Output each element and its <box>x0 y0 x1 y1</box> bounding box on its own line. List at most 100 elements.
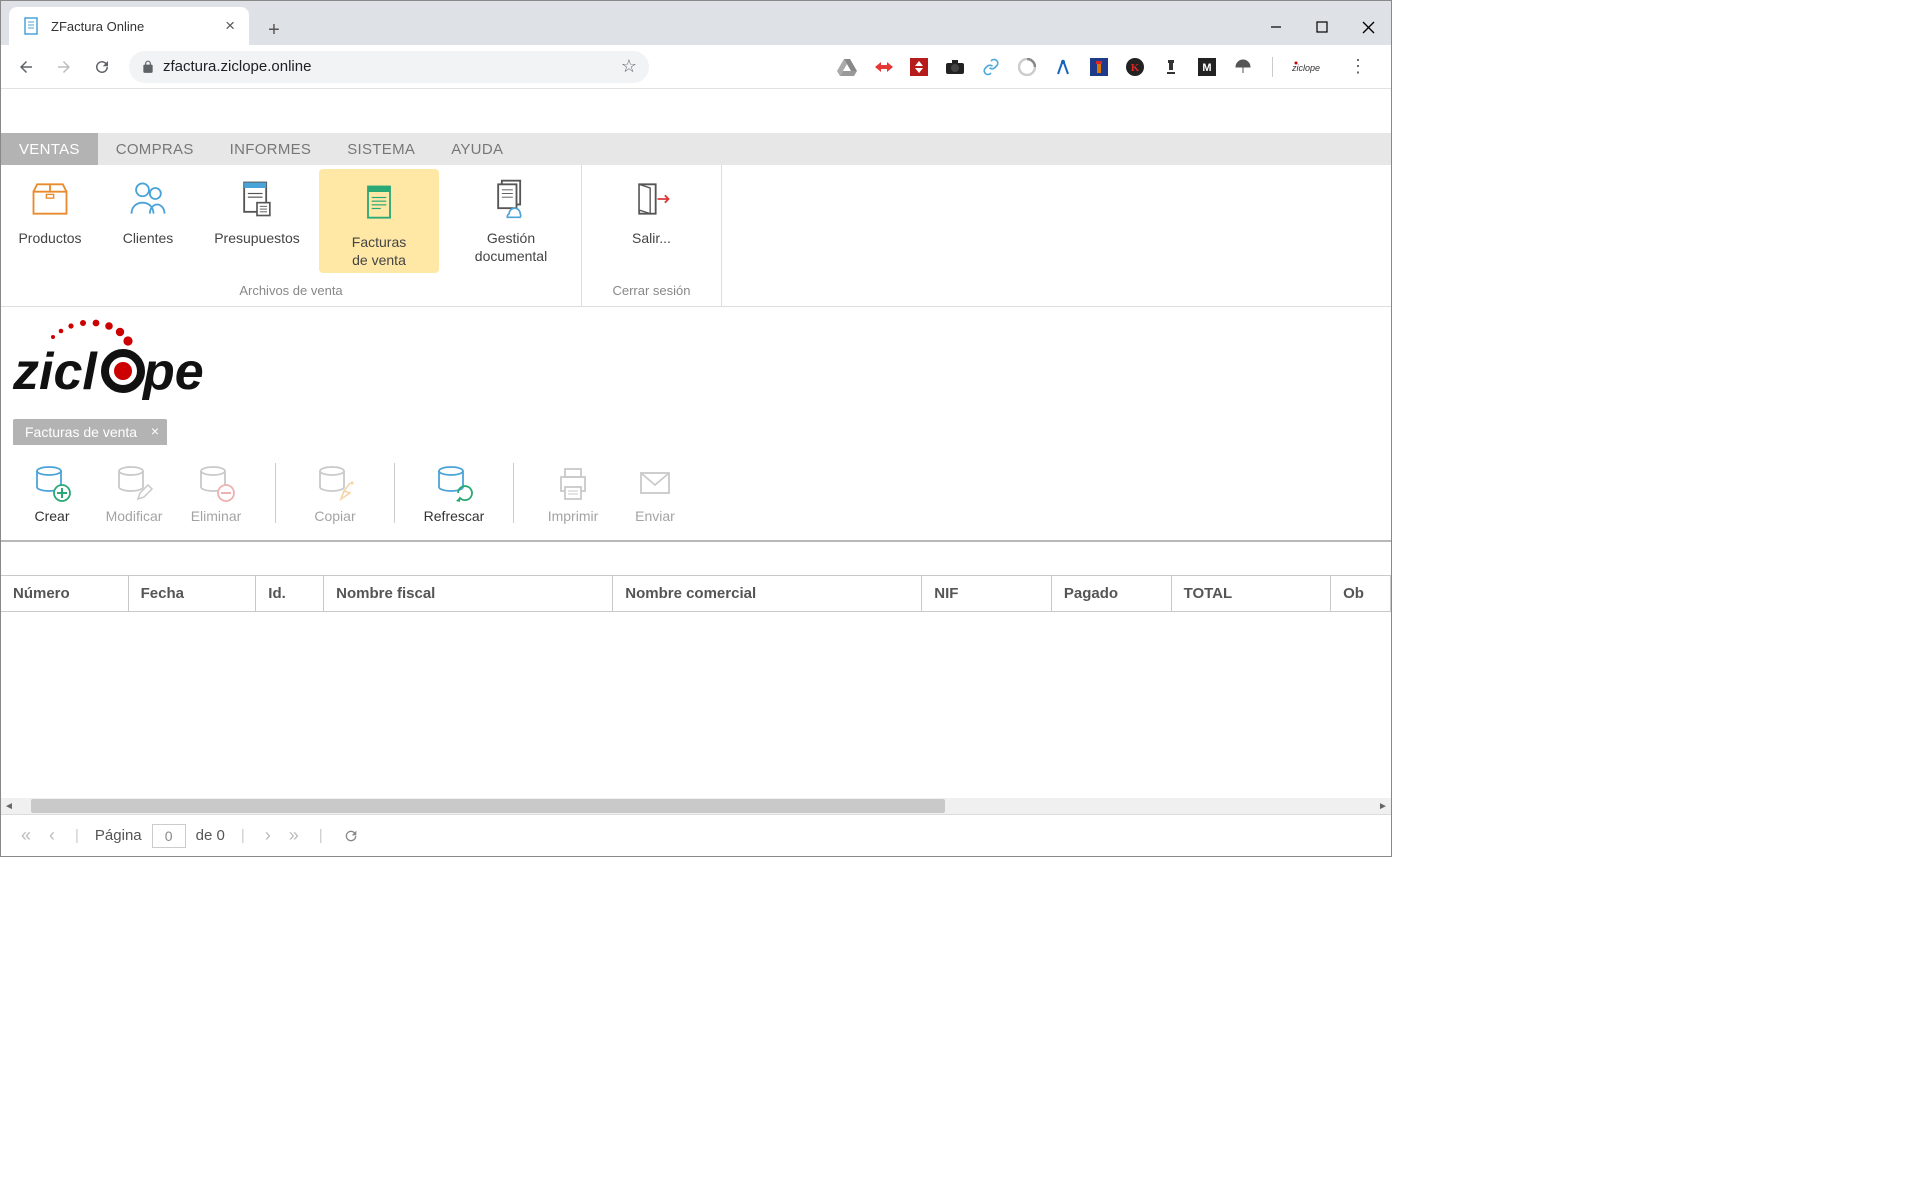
grid-body[interactable] <box>1 612 1391 798</box>
ext-red-arrow-icon[interactable] <box>872 56 894 78</box>
grid-column-header[interactable]: Nombre fiscal <box>324 576 613 611</box>
tool-label: Copiar <box>314 508 355 524</box>
reload-button[interactable] <box>85 50 119 84</box>
ext-compass-icon[interactable] <box>1052 56 1074 78</box>
page-last-button[interactable]: » <box>285 825 303 846</box>
new-tab-button[interactable]: + <box>259 15 289 45</box>
tab-ventas[interactable]: VENTAS <box>1 133 98 165</box>
tab-compras[interactable]: COMPRAS <box>98 133 212 165</box>
top-spacer <box>1 89 1391 133</box>
tool-copiar: Copiar <box>298 462 372 524</box>
grid-column-header[interactable]: Nombre comercial <box>613 576 922 611</box>
tool-modificar: Modificar <box>97 462 171 524</box>
grid-column-header[interactable]: Número <box>1 576 129 611</box>
ribbon-group-session: Salir... Cerrar sesión <box>582 165 722 306</box>
url-text: zfactura.ziclope.online <box>163 58 613 75</box>
tab-title: ZFactura Online <box>51 19 215 34</box>
tab-close-icon[interactable]: × <box>225 16 235 36</box>
box-icon <box>26 175 74 223</box>
scroll-right-icon[interactable]: ► <box>1375 798 1391 814</box>
ext-lighthouse-icon[interactable] <box>1088 56 1110 78</box>
ext-k-icon[interactable]: K <box>1124 56 1146 78</box>
scroll-thumb[interactable] <box>31 799 945 813</box>
tab-ayuda[interactable]: AYUDA <box>433 133 521 165</box>
ribbon-group-label: Cerrar sesión <box>582 277 721 306</box>
pagination-bar: « ‹ | Página de 0 | › » | <box>1 814 1391 856</box>
browser-tab[interactable]: ZFactura Online × <box>9 7 249 45</box>
ribbon-group-archivos: Productos Clientes Presupues <box>1 165 582 306</box>
ribbon-label: Facturasde venta <box>352 233 406 269</box>
ext-separator <box>1272 57 1273 77</box>
toolbar-separator <box>394 463 395 523</box>
window-controls <box>1253 9 1391 45</box>
ext-circle-icon[interactable] <box>1016 56 1038 78</box>
ribbon-clientes[interactable]: Clientes <box>99 165 197 277</box>
browser-menu-button[interactable]: ⋮ <box>1341 50 1375 84</box>
scroll-track[interactable] <box>17 798 1375 814</box>
scroll-left-icon[interactable]: ◄ <box>1 798 17 814</box>
page-of-label: de 0 <box>196 827 225 844</box>
printer-icon <box>552 462 594 504</box>
separator: | <box>69 827 85 844</box>
ext-pdf-icon[interactable] <box>908 56 930 78</box>
close-button[interactable] <box>1345 11 1391 43</box>
ext-m-icon[interactable]: M <box>1196 56 1218 78</box>
ribbon-group-label: Archivos de venta <box>1 277 581 306</box>
grid-filter-row[interactable] <box>1 542 1391 576</box>
page-refresh-button[interactable] <box>339 828 363 844</box>
workspace-tab-close-icon[interactable]: × <box>151 423 159 439</box>
ext-ziclope-icon[interactable]: ziclope <box>1291 56 1327 78</box>
workspace-tab-bar: Facturas de venta × <box>1 417 1391 445</box>
bookmark-star-icon[interactable]: ☆ <box>621 56 637 77</box>
minimize-button[interactable] <box>1253 11 1299 43</box>
ribbon-productos[interactable]: Productos <box>1 165 99 277</box>
grid-column-header[interactable]: Pagado <box>1052 576 1172 611</box>
page-number-input[interactable] <box>152 824 186 848</box>
ext-camera-icon[interactable] <box>944 56 966 78</box>
page-content: VENTAS COMPRAS INFORMES SISTEMA AYUDA Pr… <box>1 89 1391 856</box>
grid-horizontal-scrollbar[interactable]: ◄ ► <box>1 798 1391 814</box>
maximize-button[interactable] <box>1299 11 1345 43</box>
grid-column-header[interactable]: Id. <box>256 576 324 611</box>
svg-text:M: M <box>1202 62 1211 74</box>
forward-button[interactable] <box>47 50 81 84</box>
ribbon-presupuestos[interactable]: Presupuestos <box>197 165 317 277</box>
omnibox[interactable]: zfactura.ziclope.online ☆ <box>129 51 649 83</box>
main-nav-tabs: VENTAS COMPRAS INFORMES SISTEMA AYUDA <box>1 133 1391 165</box>
tool-enviar: Enviar <box>618 462 692 524</box>
ext-link-icon[interactable] <box>980 56 1002 78</box>
tab-informes[interactable]: INFORMES <box>212 133 330 165</box>
svg-text:pe: pe <box>141 343 204 401</box>
data-grid: NúmeroFechaId.Nombre fiscalNombre comerc… <box>1 541 1391 856</box>
db-refresh-icon <box>433 462 475 504</box>
svg-text:ziclope: ziclope <box>1292 63 1320 73</box>
tool-crear[interactable]: Crear <box>15 462 89 524</box>
grid-column-header[interactable]: Ob <box>1331 576 1391 611</box>
grid-column-header[interactable]: TOTAL <box>1172 576 1332 611</box>
tool-refrescar[interactable]: Refrescar <box>417 462 491 524</box>
page-next-button[interactable]: › <box>261 825 275 846</box>
page-first-button[interactable]: « <box>17 825 35 846</box>
ribbon-label: Gestióndocumental <box>475 229 547 265</box>
toolbar-separator <box>275 463 276 523</box>
ext-drive-icon[interactable] <box>836 56 858 78</box>
ribbon-label: Salir... <box>632 229 671 247</box>
title-bar: ZFactura Online × + <box>1 1 1391 45</box>
tab-sistema[interactable]: SISTEMA <box>329 133 433 165</box>
invoice-icon <box>355 179 403 227</box>
grid-column-header[interactable]: NIF <box>922 576 1052 611</box>
lock-icon <box>141 60 155 74</box>
ext-umbrella-icon[interactable] <box>1232 56 1254 78</box>
workspace-tab-facturas[interactable]: Facturas de venta × <box>13 419 167 445</box>
grid-column-header[interactable]: Fecha <box>129 576 257 611</box>
tool-label: Imprimir <box>548 508 599 524</box>
ribbon-salir[interactable]: Salir... <box>603 165 701 277</box>
page-prev-button[interactable]: ‹ <box>45 825 59 846</box>
ext-stamp-icon[interactable] <box>1160 56 1182 78</box>
ribbon-facturas-venta[interactable]: Facturasde venta <box>319 169 439 273</box>
back-button[interactable] <box>9 50 43 84</box>
separator: | <box>313 827 329 844</box>
document-calc-icon <box>233 175 281 223</box>
ribbon-gestion-documental[interactable]: Gestióndocumental <box>441 165 581 277</box>
ribbon-label: Productos <box>18 229 81 247</box>
